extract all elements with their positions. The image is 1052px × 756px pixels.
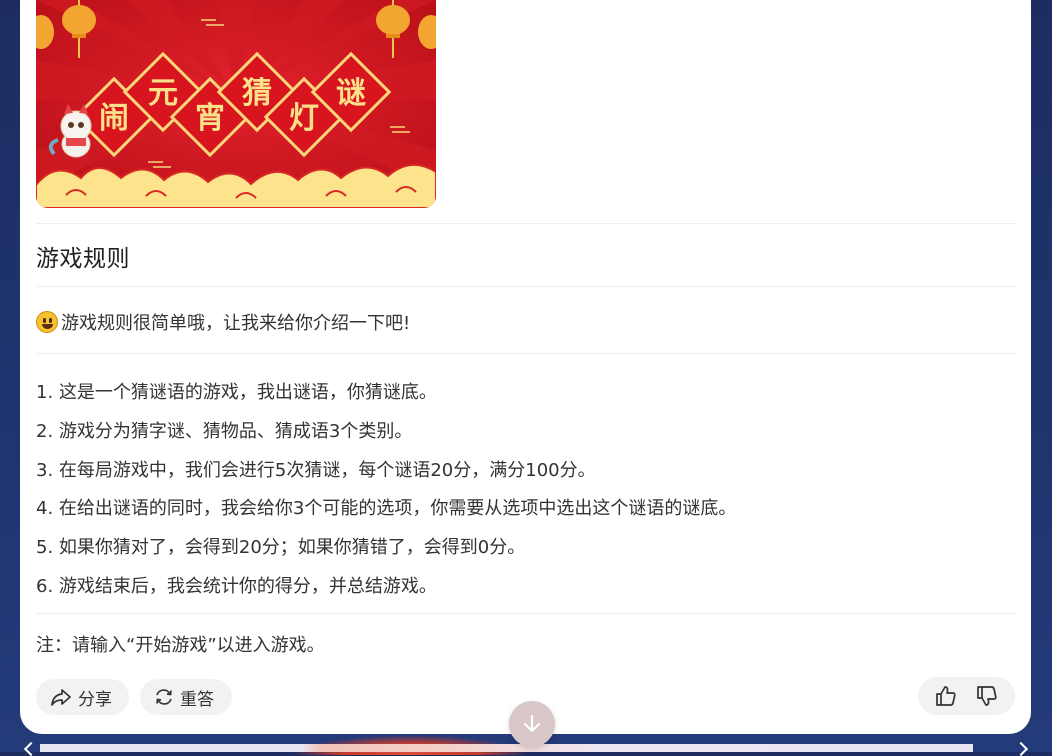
divider: [36, 613, 1016, 614]
share-icon: [51, 689, 71, 706]
thumbs-up-icon[interactable]: [934, 684, 958, 708]
share-label: 分享: [78, 689, 112, 710]
intro-label: 游戏规则很简单哦，让我来给你介绍一下吧!: [61, 313, 411, 334]
lantern-riddle-banner: 闹 元 宵 猜 灯 谜: [36, 0, 436, 208]
rules-list: 1. 这是一个猜谜语的游戏，我出谜语，你猜谜底。 2. 游戏分为猜字谜、猜物品、…: [36, 374, 736, 607]
thumbs-down-icon[interactable]: [975, 684, 999, 708]
scroll-to-bottom-button[interactable]: [509, 701, 555, 747]
rule-item: 1. 这是一个猜谜语的游戏，我出谜语，你猜谜底。: [36, 382, 437, 403]
intro-text: 游戏规则很简单哦，让我来给你介绍一下吧!: [36, 308, 410, 336]
next-card-edge: [40, 744, 973, 752]
arrow-down-icon: [523, 714, 541, 733]
chevron-right-icon: [1013, 741, 1029, 756]
banner-char: 灯: [289, 101, 319, 136]
banner-char: 猜: [242, 76, 272, 111]
banner-char: 元: [148, 76, 178, 111]
feedback-group: [918, 677, 1015, 715]
section-title: 游戏规则: [36, 246, 130, 272]
chevron-left-icon: [23, 741, 39, 756]
rule-item: 4. 在给出谜语的同时，我会给你3个可能的选项，你需要从选项中选出这个谜语的谜底…: [36, 498, 737, 520]
rule-item: 6. 游戏结束后，我会统计你的得分，并总结游戏。: [36, 575, 437, 597]
divider: [36, 223, 1016, 224]
rule-item: 3. 在每局游戏中，我们会进行5次猜谜，每个谜语20分，满分100分。: [36, 459, 596, 481]
regenerate-label: 重答: [180, 689, 214, 710]
refresh-icon: [156, 689, 172, 705]
banner-char: 谜: [336, 76, 366, 111]
share-button[interactable]: 分享: [36, 679, 129, 715]
divider: [36, 353, 1016, 354]
note-text: 注：请输入“开始游戏”以进入游戏。: [36, 635, 325, 656]
regenerate-button[interactable]: 重答: [140, 679, 232, 715]
banner-image: 闹 元 宵 猜 灯 谜: [36, 0, 436, 208]
grinning-face-icon: [36, 311, 58, 333]
banner-char: 宵: [195, 101, 225, 136]
banner-char: 闹: [99, 101, 129, 136]
divider: [36, 286, 1016, 287]
rule-item: 2. 游戏分为猜字谜、猜物品、猜成语3个类别。: [36, 420, 413, 442]
rule-item: 5. 如果你猜对了，会得到20分；如果你猜错了，会得到0分。: [36, 537, 526, 559]
chat-message-card: 闹 元 宵 猜 灯 谜 游戏规则 游戏规则很简单哦，让我来给你介绍一下吧! 1.…: [20, 0, 1031, 734]
